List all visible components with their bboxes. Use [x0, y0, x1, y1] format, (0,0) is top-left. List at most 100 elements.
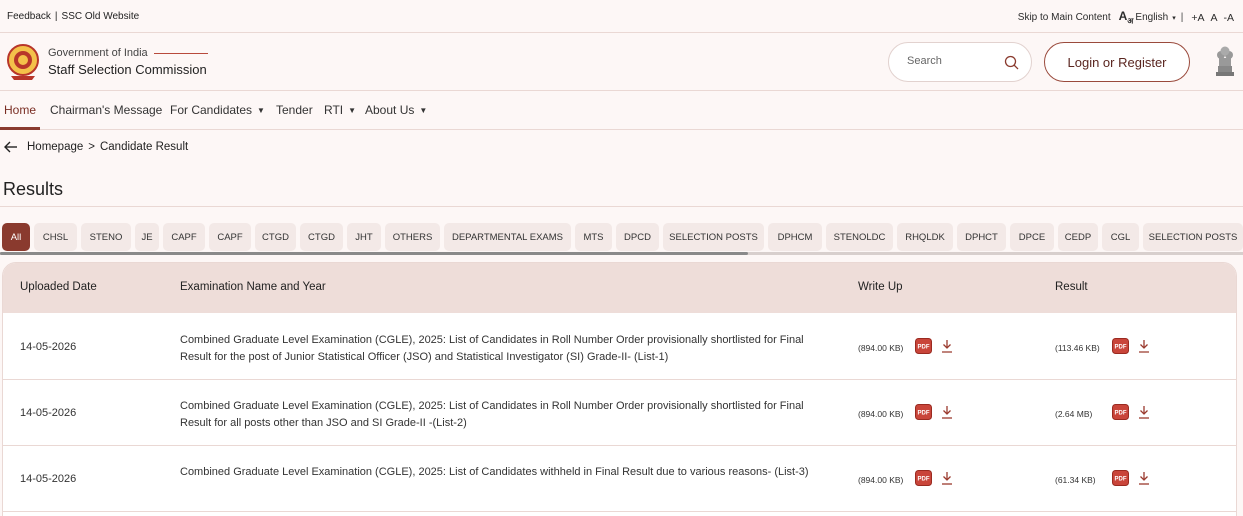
nav-active-indicator: [0, 127, 40, 130]
svg-text:PDF: PDF: [1115, 477, 1127, 483]
filter-tab[interactable]: DPHCM: [768, 223, 822, 251]
writeup-download-icon[interactable]: [941, 339, 953, 353]
writeup-pdf-icon[interactable]: PDF: [915, 404, 932, 420]
gov-label: Government of India: [48, 47, 148, 59]
page-title: Results: [3, 179, 64, 199]
result-pdf-icon[interactable]: PDF: [1112, 470, 1129, 486]
breadcrumb-separator: >: [88, 141, 95, 153]
svg-text:PDF: PDF: [918, 411, 930, 417]
writeup-size: (894.00 KB): [858, 343, 904, 353]
filter-tab[interactable]: CAPF: [209, 223, 251, 251]
writeup-download-icon[interactable]: [941, 471, 953, 485]
caret-down-icon: ▼: [419, 105, 428, 115]
filter-tab[interactable]: CTGD: [300, 223, 343, 251]
skip-to-content-link[interactable]: Skip to Main Content: [1018, 12, 1111, 23]
result-size: (61.34 KB): [1055, 475, 1096, 485]
filter-tab[interactable]: DPCE: [1010, 223, 1054, 251]
filter-tab[interactable]: SELECTION POSTS: [1143, 223, 1243, 251]
svg-text:PDF: PDF: [1115, 411, 1127, 417]
writeup-pdf-icon[interactable]: PDF: [915, 470, 932, 486]
divider: [0, 206, 1243, 207]
nav-tender[interactable]: Tender: [276, 103, 313, 117]
uploaded-date: 14-05-2026: [20, 341, 77, 353]
filter-tab[interactable]: STENO: [81, 223, 131, 251]
col-write-up: Write Up: [858, 281, 903, 293]
back-arrow-icon[interactable]: [4, 141, 18, 153]
table-row: 14-05-2026 Combined Graduate Level Examin…: [3, 446, 1236, 512]
filter-tab[interactable]: STENOLDC: [826, 223, 893, 251]
col-uploaded-date: Uploaded Date: [20, 281, 97, 293]
nav-rti[interactable]: RTI ▼: [324, 103, 356, 117]
filter-tab[interactable]: CTGD: [255, 223, 296, 251]
font-normal-button[interactable]: A: [1210, 12, 1217, 24]
filter-tab[interactable]: RHQLDK: [897, 223, 953, 251]
result-download-icon[interactable]: [1138, 339, 1150, 353]
national-emblem-icon: [1216, 46, 1234, 76]
site-header: Government of India Staff Selection Comm…: [0, 34, 1243, 91]
nav-home[interactable]: Home: [4, 103, 36, 117]
results-table: Uploaded Date Examination Name and Year …: [2, 262, 1237, 516]
table-header: Uploaded Date Examination Name and Year …: [3, 263, 1236, 313]
col-exam-name: Examination Name and Year: [180, 281, 326, 293]
breadcrumb: Homepage > Candidate Result: [4, 141, 188, 153]
search-icon[interactable]: [1004, 55, 1019, 70]
filter-tab[interactable]: CGL: [1102, 223, 1139, 251]
svg-text:PDF: PDF: [918, 477, 930, 483]
filter-tab[interactable]: SELECTION POSTS: [663, 223, 764, 251]
language-icon: Aअ: [1118, 9, 1134, 26]
org-name: Staff Selection Commission: [48, 62, 207, 77]
result-download-icon[interactable]: [1138, 471, 1150, 485]
caret-down-icon: ▼: [257, 105, 265, 115]
exam-name: Combined Graduate Level Examination (CGL…: [180, 334, 804, 363]
writeup-size: (894.00 KB): [858, 475, 904, 485]
filter-tab[interactable]: CHSL: [34, 223, 77, 251]
main-nav: Home Chairman's Message For Candidates ▼ …: [0, 92, 1243, 130]
language-select[interactable]: English: [1135, 12, 1168, 23]
org-title[interactable]: Government of India Staff Selection Comm…: [48, 47, 208, 77]
svg-text:PDF: PDF: [918, 345, 930, 351]
filter-tab[interactable]: All: [2, 223, 30, 251]
ssc-logo-icon[interactable]: [5, 43, 41, 81]
result-size: (113.46 KB): [1055, 343, 1100, 353]
result-download-icon[interactable]: [1138, 405, 1150, 419]
uploaded-date: 14-05-2026: [20, 473, 77, 485]
filter-tab[interactable]: DEPARTMENTAL EXAMS: [444, 223, 571, 251]
font-larger-button[interactable]: +A: [1191, 12, 1204, 24]
exam-name: Combined Graduate Level Examination (CGL…: [180, 400, 804, 429]
search-input[interactable]: [907, 55, 997, 67]
writeup-size: (894.00 KB): [858, 409, 904, 419]
table-row: 14-05-2026 Combined Graduate Level Examin…: [3, 380, 1236, 446]
breadcrumb-current: Candidate Result: [99, 141, 189, 153]
result-pdf-icon[interactable]: PDF: [1112, 338, 1129, 354]
filter-tab[interactable]: JE: [135, 223, 159, 251]
result-size: (2.64 MB): [1055, 409, 1093, 419]
search-box[interactable]: [888, 42, 1032, 82]
filter-tab[interactable]: DPCD: [616, 223, 659, 251]
font-smaller-button[interactable]: -A: [1224, 12, 1235, 24]
writeup-pdf-icon[interactable]: PDF: [915, 338, 932, 354]
top-bar: Feedback | SSC Old Website Skip to Main …: [0, 0, 1243, 33]
result-pdf-icon[interactable]: PDF: [1112, 404, 1129, 420]
filter-tab[interactable]: CAPF: [163, 223, 205, 251]
filter-tab[interactable]: JHT: [347, 223, 381, 251]
feedback-link[interactable]: Feedback: [7, 11, 51, 22]
filter-tab[interactable]: OTHERS: [385, 223, 440, 251]
login-register-button[interactable]: Login or Register: [1044, 42, 1190, 82]
breadcrumb-home[interactable]: Homepage: [27, 141, 83, 153]
filter-tab[interactable]: CEDP: [1058, 223, 1098, 251]
filter-tab[interactable]: DPHCT: [957, 223, 1006, 251]
filter-tab[interactable]: MTS: [575, 223, 612, 251]
col-result: Result: [1055, 281, 1088, 293]
writeup-download-icon[interactable]: [941, 405, 953, 419]
caret-down-icon: ▼: [348, 105, 357, 115]
chevron-down-icon: ▾: [1172, 14, 1176, 22]
old-website-link[interactable]: SSC Old Website: [62, 11, 140, 22]
svg-text:PDF: PDF: [1115, 345, 1127, 351]
nav-about-us[interactable]: About Us ▼: [365, 103, 427, 117]
tabs-scrollbar[interactable]: [0, 252, 748, 255]
uploaded-date: 14-05-2026: [20, 407, 77, 419]
nav-chairmans-message[interactable]: Chairman's Message: [50, 103, 162, 117]
nav-for-candidates[interactable]: For Candidates ▼: [170, 103, 265, 117]
table-row: 14-05-2026 Combined Graduate Level Examin…: [3, 314, 1236, 380]
exam-name: Combined Graduate Level Examination (CGL…: [180, 466, 809, 478]
